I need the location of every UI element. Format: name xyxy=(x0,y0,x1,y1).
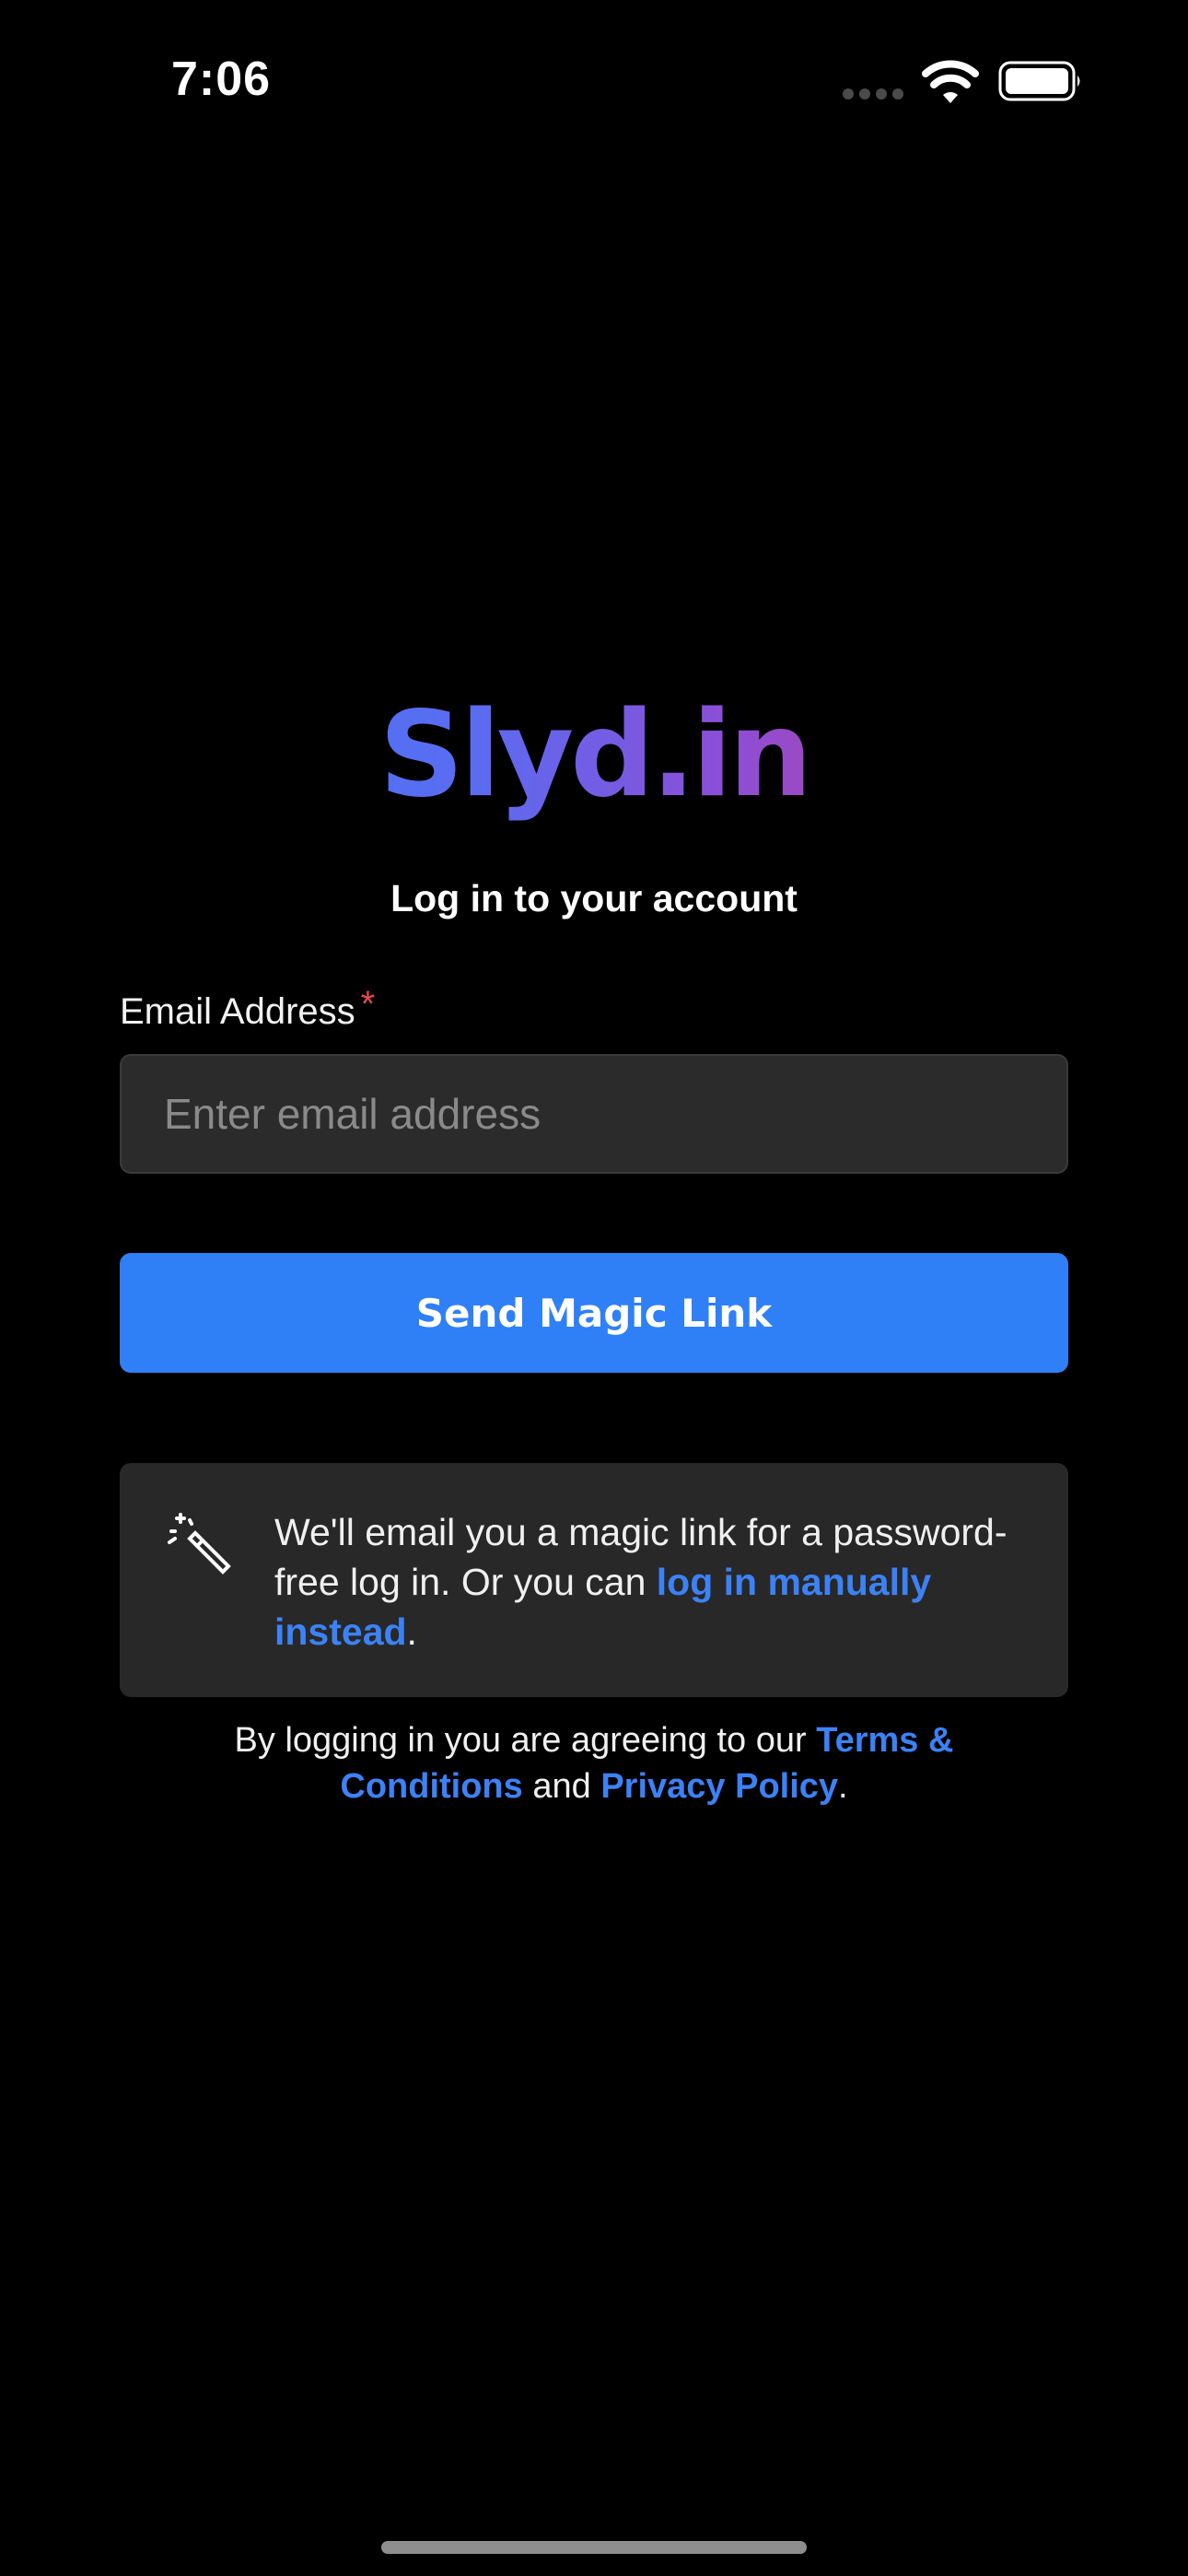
wifi-icon xyxy=(922,60,979,103)
page-title: Log in to your account xyxy=(390,877,798,919)
app-logo: Slyd.in xyxy=(0,682,1188,829)
email-label-text: Email Address xyxy=(120,991,355,1032)
required-indicator: * xyxy=(360,984,376,1025)
email-label: Email Address * xyxy=(120,984,375,1033)
send-magic-link-button[interactable]: Send Magic Link xyxy=(120,1253,1068,1373)
battery-icon xyxy=(998,61,1080,101)
terms-middle: and xyxy=(522,1767,601,1806)
status-bar: 7:06 xyxy=(0,0,1188,157)
terms-notice: By logging in you are agreeing to our Te… xyxy=(175,1717,1013,1809)
home-indicator[interactable] xyxy=(381,2541,807,2554)
info-text: We'll email you a magic link for a passw… xyxy=(274,1507,1011,1657)
info-text-end: . xyxy=(406,1610,417,1653)
signal-dots-icon xyxy=(843,88,905,100)
status-time: 7:06 xyxy=(171,53,272,106)
magic-wand-icon xyxy=(168,1513,231,1575)
magic-link-info-box: We'll email you a magic link for a passw… xyxy=(120,1463,1068,1697)
privacy-policy-link[interactable]: Privacy Policy xyxy=(600,1767,838,1806)
email-field[interactable] xyxy=(120,1054,1068,1174)
terms-prefix: By logging in you are agreeing to our xyxy=(234,1721,817,1760)
terms-suffix: . xyxy=(838,1767,848,1806)
